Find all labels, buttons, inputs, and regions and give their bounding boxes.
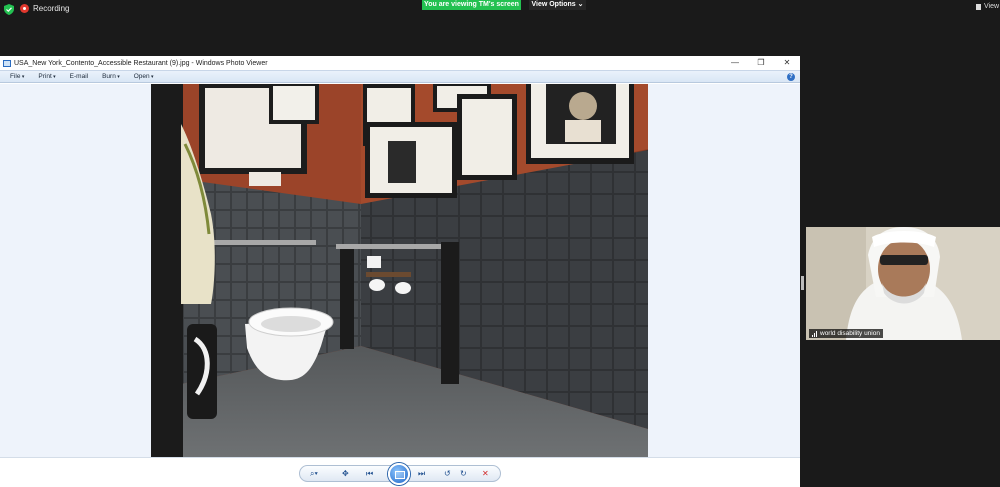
- title-bar[interactable]: USA_New York_Contento_Accessible Restaur…: [0, 56, 800, 70]
- layout-icon: [976, 3, 981, 10]
- zoom-top-bar: Recording You are viewing TM's screen Vi…: [0, 0, 1000, 56]
- minimize-button[interactable]: —: [722, 56, 748, 70]
- recording-indicator[interactable]: Recording: [20, 4, 69, 13]
- delete-icon[interactable]: ✕: [482, 468, 489, 480]
- chevron-down-icon: ⌄: [577, 1, 584, 8]
- image-canvas: [0, 84, 800, 457]
- menu-open[interactable]: Open: [134, 73, 154, 80]
- menu-print[interactable]: Print: [38, 73, 55, 80]
- view-label: View: [984, 3, 1000, 10]
- restroom-photo-drawing: [151, 84, 648, 457]
- magnifier-icon[interactable]: ⌕▾: [310, 468, 318, 480]
- participant-video[interactable]: world disability union: [806, 227, 1000, 340]
- navigation-pill: ⌕▾ ✥ ⏮ ⏭ ↺ ↻ ✕: [299, 463, 501, 485]
- sharing-banner: You are viewing TM's screen: [422, 0, 521, 10]
- participant-name-tag: world disability union: [809, 329, 883, 338]
- slideshow-icon[interactable]: [388, 463, 410, 485]
- menu-file[interactable]: File: [10, 73, 24, 80]
- recording-label: Recording: [33, 4, 70, 13]
- rotate-left-icon[interactable]: ↺: [444, 468, 451, 480]
- participant-name: world disability union: [820, 330, 880, 337]
- window-title: USA_New York_Contento_Accessible Restaur…: [14, 59, 268, 67]
- next-icon[interactable]: ⏭: [418, 468, 425, 480]
- photo-viewer-window: USA_New York_Contento_Accessible Restaur…: [0, 56, 800, 487]
- record-icon: [20, 4, 29, 13]
- shield-icon[interactable]: [4, 4, 14, 15]
- navigation-toolbar: ⌕▾ ✥ ⏮ ⏭ ↺ ↻ ✕: [0, 457, 800, 487]
- restroom-photo: [151, 84, 648, 457]
- view-button[interactable]: View: [976, 3, 999, 10]
- previous-icon[interactable]: ⏮: [366, 468, 373, 480]
- help-icon[interactable]: ?: [787, 73, 795, 81]
- view-options-label: View Options: [531, 1, 576, 8]
- participant-video-image: [806, 227, 1000, 340]
- window-controls: — ❐ ✕: [722, 56, 800, 70]
- view-options-button[interactable]: View Options ⌄: [529, 0, 586, 10]
- close-button[interactable]: ✕: [774, 56, 800, 70]
- menu-email[interactable]: E-mail: [70, 73, 88, 80]
- actual-size-icon[interactable]: ✥: [342, 468, 349, 480]
- panel-resize-handle[interactable]: [801, 276, 804, 290]
- menu-bar: File Print E-mail Burn Open ?: [0, 70, 800, 83]
- rotate-right-icon[interactable]: ↻: [460, 468, 467, 480]
- menu-burn[interactable]: Burn: [102, 73, 120, 80]
- photo-viewer-icon: [3, 59, 11, 67]
- maximize-button[interactable]: ❐: [748, 56, 774, 70]
- signal-icon: [812, 330, 817, 337]
